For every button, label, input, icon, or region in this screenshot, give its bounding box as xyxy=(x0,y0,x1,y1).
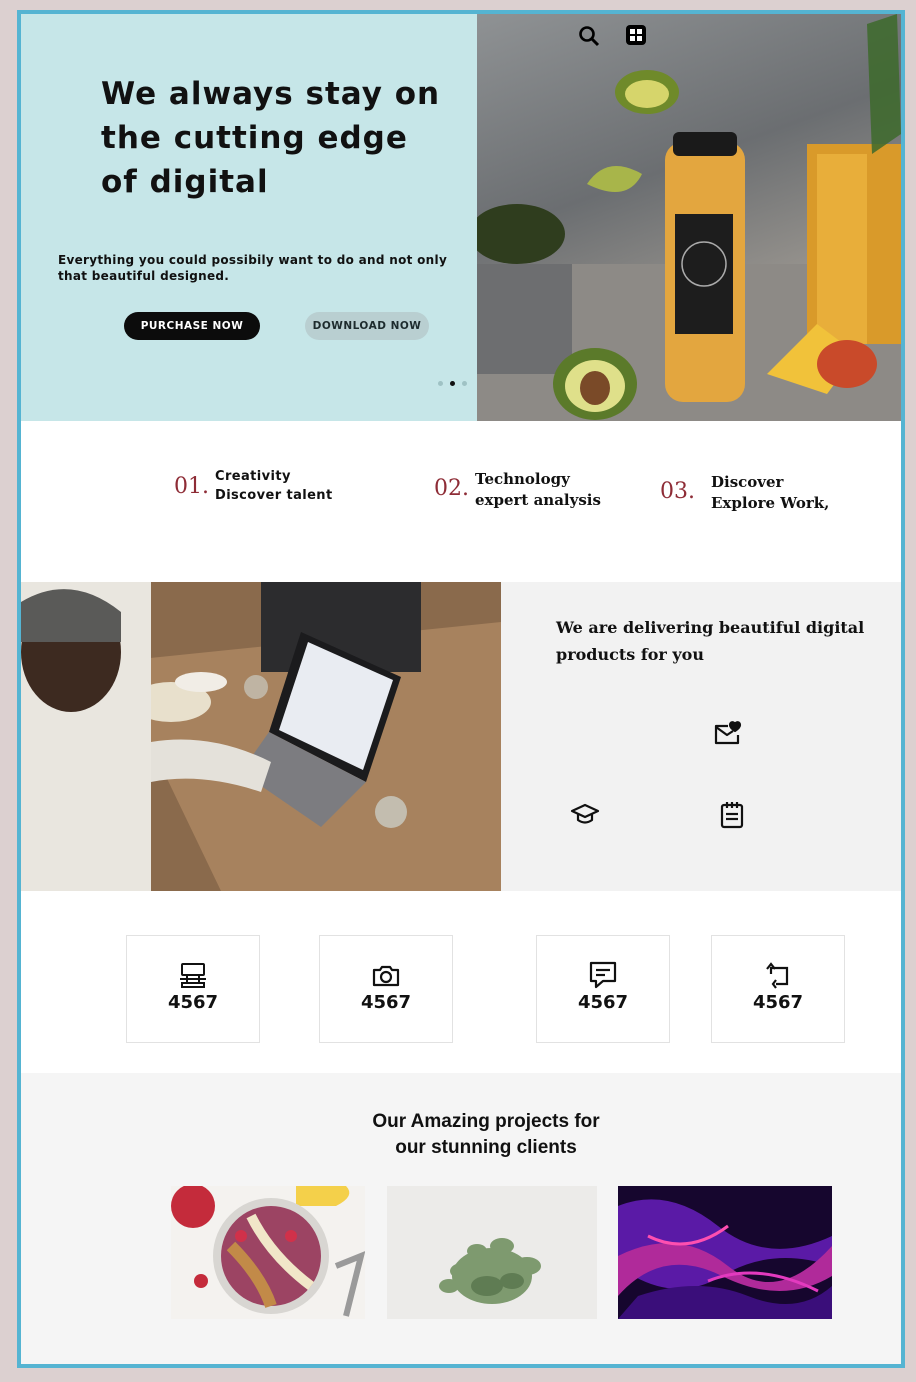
slider-dot-active[interactable] xyxy=(450,381,455,386)
feature-text: Creativity Discover talent xyxy=(215,467,333,505)
feature-number: 01. xyxy=(174,474,209,499)
slider-dot[interactable] xyxy=(462,381,467,386)
stats-section: 4567 4567 4567 4567 xyxy=(21,891,901,1073)
projects-title: Our Amazing projects for our stunning cl… xyxy=(21,1109,901,1161)
feature-caption: Explore Work, xyxy=(711,494,830,512)
smoothie-bowl-image[interactable] xyxy=(171,1186,365,1319)
stat-card: 4567 xyxy=(536,935,670,1043)
hero-subtitle: Everything you could possibily want to d… xyxy=(58,253,448,283)
laptop-work-photo xyxy=(21,582,501,891)
repeat-icon xyxy=(766,962,789,989)
feature-text: Discover Explore Work, xyxy=(711,472,829,514)
feature-item: 03. Discover Explore Work, xyxy=(660,472,829,514)
hero-section: We always stay on the cutting edge of di… xyxy=(21,14,901,421)
feature-item: 02. Technology expert analysis xyxy=(434,469,601,511)
camera-icon xyxy=(372,965,400,987)
message-icon xyxy=(589,961,617,989)
stat-card: 4567 xyxy=(319,935,453,1043)
computer-icon xyxy=(180,963,206,988)
feature-number: 03. xyxy=(660,479,695,504)
stat-value: 4567 xyxy=(752,992,804,1013)
hero-text-panel: We always stay on the cutting edge of di… xyxy=(21,14,477,421)
hero-product-image xyxy=(477,14,901,421)
feature-caption: Discover talent xyxy=(215,488,333,503)
stat-value: 4567 xyxy=(577,992,629,1013)
stat-card: 4567 xyxy=(711,935,845,1043)
juice-bottle-illustration xyxy=(477,14,901,421)
download-now-button[interactable]: DOWNLOAD NOW xyxy=(305,312,429,340)
hero-title: We always stay on the cutting edge of di… xyxy=(101,76,441,200)
purchase-now-button[interactable]: PURCHASE NOW xyxy=(124,312,260,340)
stat-card: 4567 xyxy=(126,935,260,1043)
stat-value: 4567 xyxy=(167,992,219,1013)
mail-heart-icon xyxy=(712,719,742,749)
search-icon[interactable] xyxy=(578,25,600,47)
plant-image[interactable] xyxy=(387,1186,597,1319)
feature-title: Discover xyxy=(711,473,784,491)
feature-title: Creativity xyxy=(215,469,291,484)
abstract-fluid-image[interactable] xyxy=(618,1186,832,1319)
feature-item: 01. Creativity Discover talent xyxy=(174,467,333,505)
graduation-cap-icon xyxy=(570,799,600,829)
feature-title: Technology xyxy=(475,470,570,488)
about-section: We are delivering beautiful digital prod… xyxy=(21,582,901,891)
projects-title-line1: Our Amazing projects for xyxy=(372,1111,600,1132)
notepad-icon xyxy=(717,800,747,830)
feature-text: Technology expert analysis xyxy=(475,469,601,511)
grid-menu-icon[interactable] xyxy=(625,24,647,46)
feature-caption: expert analysis xyxy=(475,491,601,509)
projects-title-line2: our stunning clients xyxy=(395,1137,577,1158)
projects-section: Our Amazing projects for our stunning cl… xyxy=(21,1073,901,1364)
features-section: 01. Creativity Discover talent 02. Techn… xyxy=(21,421,901,582)
slider-dot[interactable] xyxy=(438,381,443,386)
about-title: We are delivering beautiful digital prod… xyxy=(556,618,865,664)
feature-number: 02. xyxy=(434,476,469,501)
page-frame: We always stay on the cutting edge of di… xyxy=(17,10,905,1368)
about-text-panel: We are delivering beautiful digital prod… xyxy=(501,582,901,891)
stat-value: 4567 xyxy=(360,992,412,1013)
